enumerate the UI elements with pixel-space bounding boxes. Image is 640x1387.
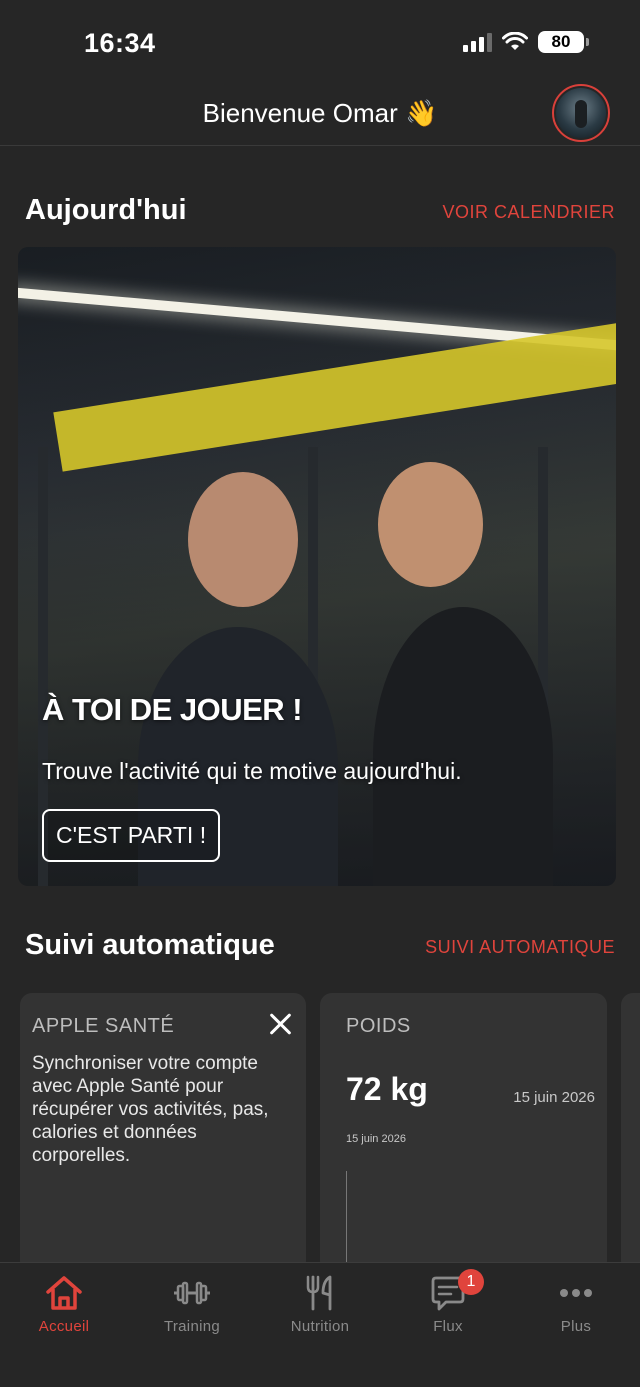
- battery-icon: 80: [538, 31, 589, 53]
- more-dots-icon: [560, 1289, 592, 1297]
- tab-training[interactable]: Training: [128, 1263, 256, 1343]
- lets-go-button[interactable]: C'EST PARTI !: [42, 809, 221, 862]
- tab-accueil[interactable]: Accueil: [0, 1263, 128, 1343]
- apple-health-label: APPLE SANTÉ: [32, 1015, 175, 1037]
- see-calendar-link[interactable]: VOIR CALENDRIER: [442, 202, 615, 223]
- avatar-image: [556, 88, 606, 138]
- tab-bar: Accueil Training Nutrition 1 Flux Plus: [0, 1262, 640, 1387]
- cellular-signal-icon: [463, 32, 492, 52]
- hero-decor-beam: [53, 315, 616, 472]
- weight-date: 15 juin 2026: [513, 1089, 595, 1106]
- next-tracking-card[interactable]: [621, 993, 640, 1273]
- tab-plus[interactable]: Plus: [512, 1263, 640, 1343]
- auto-tracking-link[interactable]: SUIVI AUTOMATIQUE: [425, 937, 615, 958]
- status-time: 16:34: [84, 28, 156, 58]
- status-bar: 16:34 80: [0, 0, 640, 86]
- tab-flux[interactable]: 1 Flux: [384, 1263, 512, 1343]
- weight-chart-line: [346, 1171, 347, 1273]
- hero-person-right-head: [378, 462, 483, 587]
- dumbbell-icon: [174, 1281, 210, 1305]
- hero-person-right: [373, 607, 553, 886]
- weight-label: POIDS: [346, 1015, 411, 1037]
- hero-subtitle: Trouve l'activité qui te motive aujourd'…: [42, 758, 462, 784]
- apple-health-description: Synchroniser votre compte avec Apple San…: [32, 1053, 269, 1166]
- tab-nutrition[interactable]: Nutrition: [256, 1263, 384, 1343]
- home-icon: [46, 1276, 82, 1310]
- tracking-section-title: Suivi automatique: [25, 929, 275, 961]
- tab-label: Plus: [560, 1318, 592, 1335]
- weight-card[interactable]: POIDS 72 kg 15 juin 2026 15 juin 2026: [320, 993, 607, 1273]
- hero-person-left-head: [188, 472, 298, 607]
- weight-value: 72 kg: [346, 1071, 428, 1107]
- close-icon[interactable]: [268, 1011, 294, 1037]
- avatar[interactable]: [552, 84, 610, 142]
- weight-chart-date: 15 juin 2026: [346, 1133, 406, 1145]
- welcome-title: Bienvenue Omar 👋: [202, 98, 438, 128]
- header: Bienvenue Omar 👋: [0, 84, 640, 146]
- wifi-icon: [502, 32, 528, 50]
- tab-label: Accueil: [38, 1318, 90, 1335]
- fork-knife-icon: [306, 1275, 332, 1311]
- tab-label: Nutrition: [290, 1318, 350, 1335]
- tab-label: Training: [163, 1318, 221, 1335]
- tab-label: Flux: [433, 1318, 463, 1335]
- hero-title: À TOI DE JOUER !: [42, 692, 303, 727]
- notification-badge: 1: [458, 1269, 484, 1295]
- battery-level: 80: [551, 32, 571, 51]
- hero-card[interactable]: À TOI DE JOUER ! Trouve l'activité qui t…: [18, 247, 616, 886]
- apple-health-card[interactable]: APPLE SANTÉ Synchroniser votre compte av…: [20, 993, 306, 1273]
- status-icons: 80: [463, 31, 589, 53]
- today-section-title: Aujourd'hui: [25, 194, 187, 226]
